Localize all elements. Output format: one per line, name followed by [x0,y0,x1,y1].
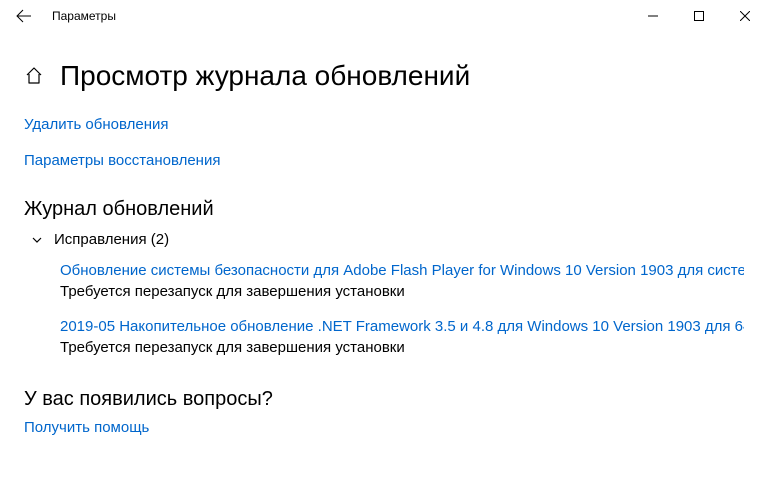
content-area: Просмотр журнала обновлений Удалить обно… [0,32,768,437]
titlebar: Параметры [0,0,768,32]
update-item: 2019-05 Накопительное обновление .NET Fr… [60,318,744,356]
window-title: Параметры [52,9,116,23]
home-button[interactable] [24,66,44,86]
group-toggle-fixes[interactable]: Исправления (2) [30,231,744,248]
window-controls [630,0,768,32]
page-title: Просмотр журнала обновлений [60,60,470,92]
update-status: Требуется перезапуск для завершения уста… [60,283,744,300]
maximize-button[interactable] [676,0,722,32]
maximize-icon [694,11,704,21]
arrow-left-icon [16,8,32,24]
uninstall-updates-link[interactable]: Удалить обновления [24,116,169,133]
update-item: Обновление системы безопасности для Adob… [60,262,744,300]
recovery-options-link[interactable]: Параметры восстановления [24,152,220,169]
home-icon [24,66,44,86]
page-header: Просмотр журнала обновлений [24,60,744,92]
chevron-down-icon [30,233,44,247]
history-heading: Журнал обновлений [24,198,744,221]
close-icon [740,11,750,21]
minimize-button[interactable] [630,0,676,32]
minimize-icon [648,11,658,21]
back-button[interactable] [8,0,40,32]
update-status: Требуется перезапуск для завершения уста… [60,339,744,356]
update-title-link[interactable]: 2019-05 Накопительное обновление .NET Fr… [60,318,744,335]
help-heading: У вас появились вопросы? [24,388,744,411]
get-help-link[interactable]: Получить помощь [24,419,149,436]
close-button[interactable] [722,0,768,32]
group-label: Исправления (2) [54,231,169,248]
update-title-link[interactable]: Обновление системы безопасности для Adob… [60,262,744,279]
